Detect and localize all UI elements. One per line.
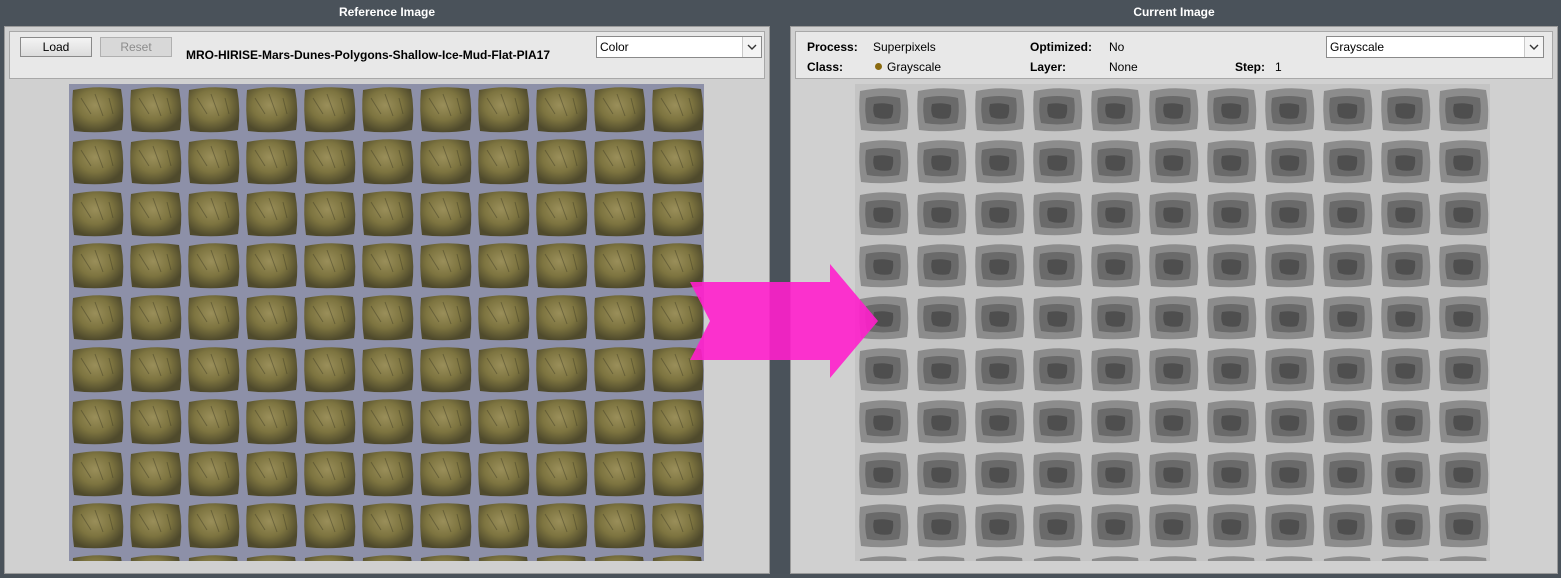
arrow-right-icon (690, 262, 880, 383)
current-mode-value: Grayscale (1330, 40, 1385, 54)
layer-value: None (1109, 60, 1138, 74)
current-toolbar: Process: Superpixels Optimized: No Class… (795, 31, 1553, 79)
reference-pane-title: Reference Image (338, 5, 436, 19)
step-value: 1 (1275, 60, 1282, 74)
chevron-down-icon[interactable] (742, 37, 761, 57)
current-pane-title: Current Image (1133, 5, 1215, 19)
step-label: Step: (1235, 60, 1265, 74)
reference-pane: Load Reset MRO-HIRISE-Mars-Dunes-Polygon… (4, 26, 770, 574)
class-label: Class: (807, 60, 844, 74)
reference-image (69, 84, 704, 561)
reset-button[interactable]: Reset (100, 37, 172, 57)
class-value-text: Grayscale (887, 60, 942, 74)
reference-toolbar: Load Reset MRO-HIRISE-Mars-Dunes-Polygon… (9, 31, 765, 79)
reference-file-name: MRO-HIRISE-Mars-Dunes-Polygons-Shallow-I… (186, 48, 586, 65)
current-pane: Process: Superpixels Optimized: No Class… (790, 26, 1558, 574)
current-image (855, 84, 1490, 561)
optimized-value: No (1109, 40, 1125, 54)
class-value: Grayscale (875, 60, 941, 74)
layer-label: Layer: (1030, 60, 1067, 74)
class-color-dot (875, 63, 882, 70)
chevron-down-icon[interactable] (1524, 37, 1543, 57)
reference-file-name-line1: MRO-HIRISE-Mars-Dunes-Polygons-Shallow-I… (186, 48, 551, 62)
reference-mode-value: Color (600, 40, 629, 54)
process-value: Superpixels (873, 40, 936, 54)
optimized-label: Optimized: (1030, 40, 1092, 54)
load-button[interactable]: Load (20, 37, 92, 57)
current-mode-select[interactable]: Grayscale (1326, 36, 1544, 58)
reference-mode-select[interactable]: Color (596, 36, 762, 58)
process-label: Process: (807, 40, 858, 54)
